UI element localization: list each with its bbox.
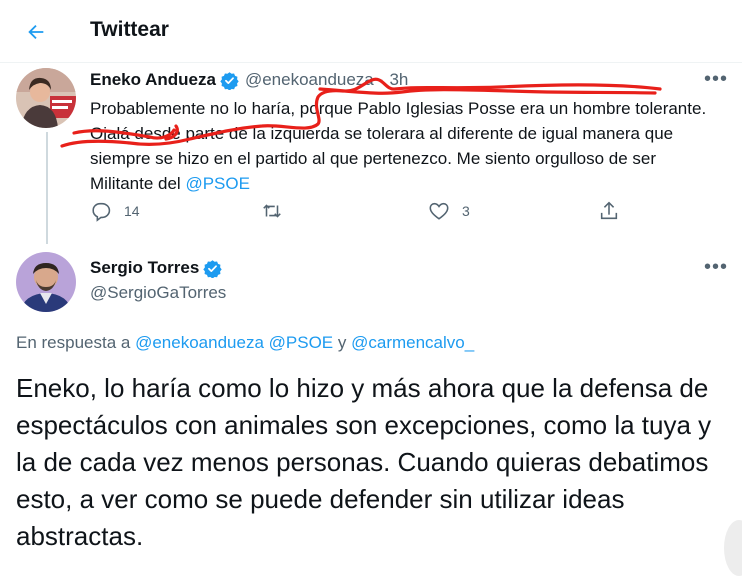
like-count: 3	[462, 203, 470, 219]
tweet1-author-row: Eneko Andueza @enekoandueza · 3h	[90, 70, 408, 90]
profile-photo	[16, 252, 76, 312]
top-bar: Twittear	[0, 0, 742, 63]
author-name[interactable]: Sergio Torres	[90, 258, 199, 278]
like-button[interactable]: 3	[428, 200, 470, 222]
tweet2-author-row: Sergio Torres	[90, 258, 222, 278]
reply-count: 14	[124, 203, 140, 219]
separator-dot: ·	[378, 70, 385, 89]
profile-photo	[16, 68, 76, 128]
reply-icon	[92, 202, 111, 222]
page-title: Twittear	[90, 18, 169, 41]
retweet-icon	[263, 204, 281, 218]
mention-link[interactable]: @carmencalvo_	[351, 333, 474, 352]
share-icon	[600, 201, 618, 220]
reply-context: En respuesta a @enekoandueza @PSOE y @ca…	[16, 333, 474, 353]
more-options-button[interactable]: •••	[704, 68, 728, 91]
share-button[interactable]	[598, 200, 632, 222]
verified-badge-icon	[203, 259, 222, 278]
avatar-sergio[interactable]	[16, 252, 76, 312]
arrow-left-icon	[28, 24, 44, 40]
mention-link[interactable]: @enekoandueza	[135, 333, 264, 352]
avatar-eneko[interactable]	[16, 68, 76, 128]
thread-connector	[46, 132, 48, 244]
mention-link[interactable]: @PSOE	[269, 333, 334, 352]
tweet1-body: Probablemente no lo haría, porque Pablo …	[90, 99, 707, 193]
reply-prefix: En respuesta a	[16, 333, 131, 352]
reply-conjunction: y	[337, 333, 347, 352]
verified-badge-icon	[220, 71, 239, 90]
author-handle[interactable]: @enekoandueza	[245, 70, 374, 90]
reply-button[interactable]: 14	[90, 200, 140, 222]
heart-icon	[429, 202, 449, 220]
author-name[interactable]: Eneko Andueza	[90, 70, 216, 90]
mention-link[interactable]: @PSOE	[185, 174, 250, 193]
tweet2-text: Eneko, lo haría como lo hizo y más ahora…	[16, 373, 712, 551]
tweet1-action-bar: 14 3	[90, 200, 650, 230]
tweet1-text: Probablemente no lo haría, porque Pablo …	[90, 96, 710, 196]
tweet-timestamp[interactable]: 3h	[389, 70, 408, 90]
author-handle[interactable]: @SergioGaTorres	[90, 283, 226, 303]
more-options-button[interactable]: •••	[704, 256, 728, 279]
retweet-button[interactable]	[260, 200, 296, 222]
back-button[interactable]	[20, 16, 52, 48]
